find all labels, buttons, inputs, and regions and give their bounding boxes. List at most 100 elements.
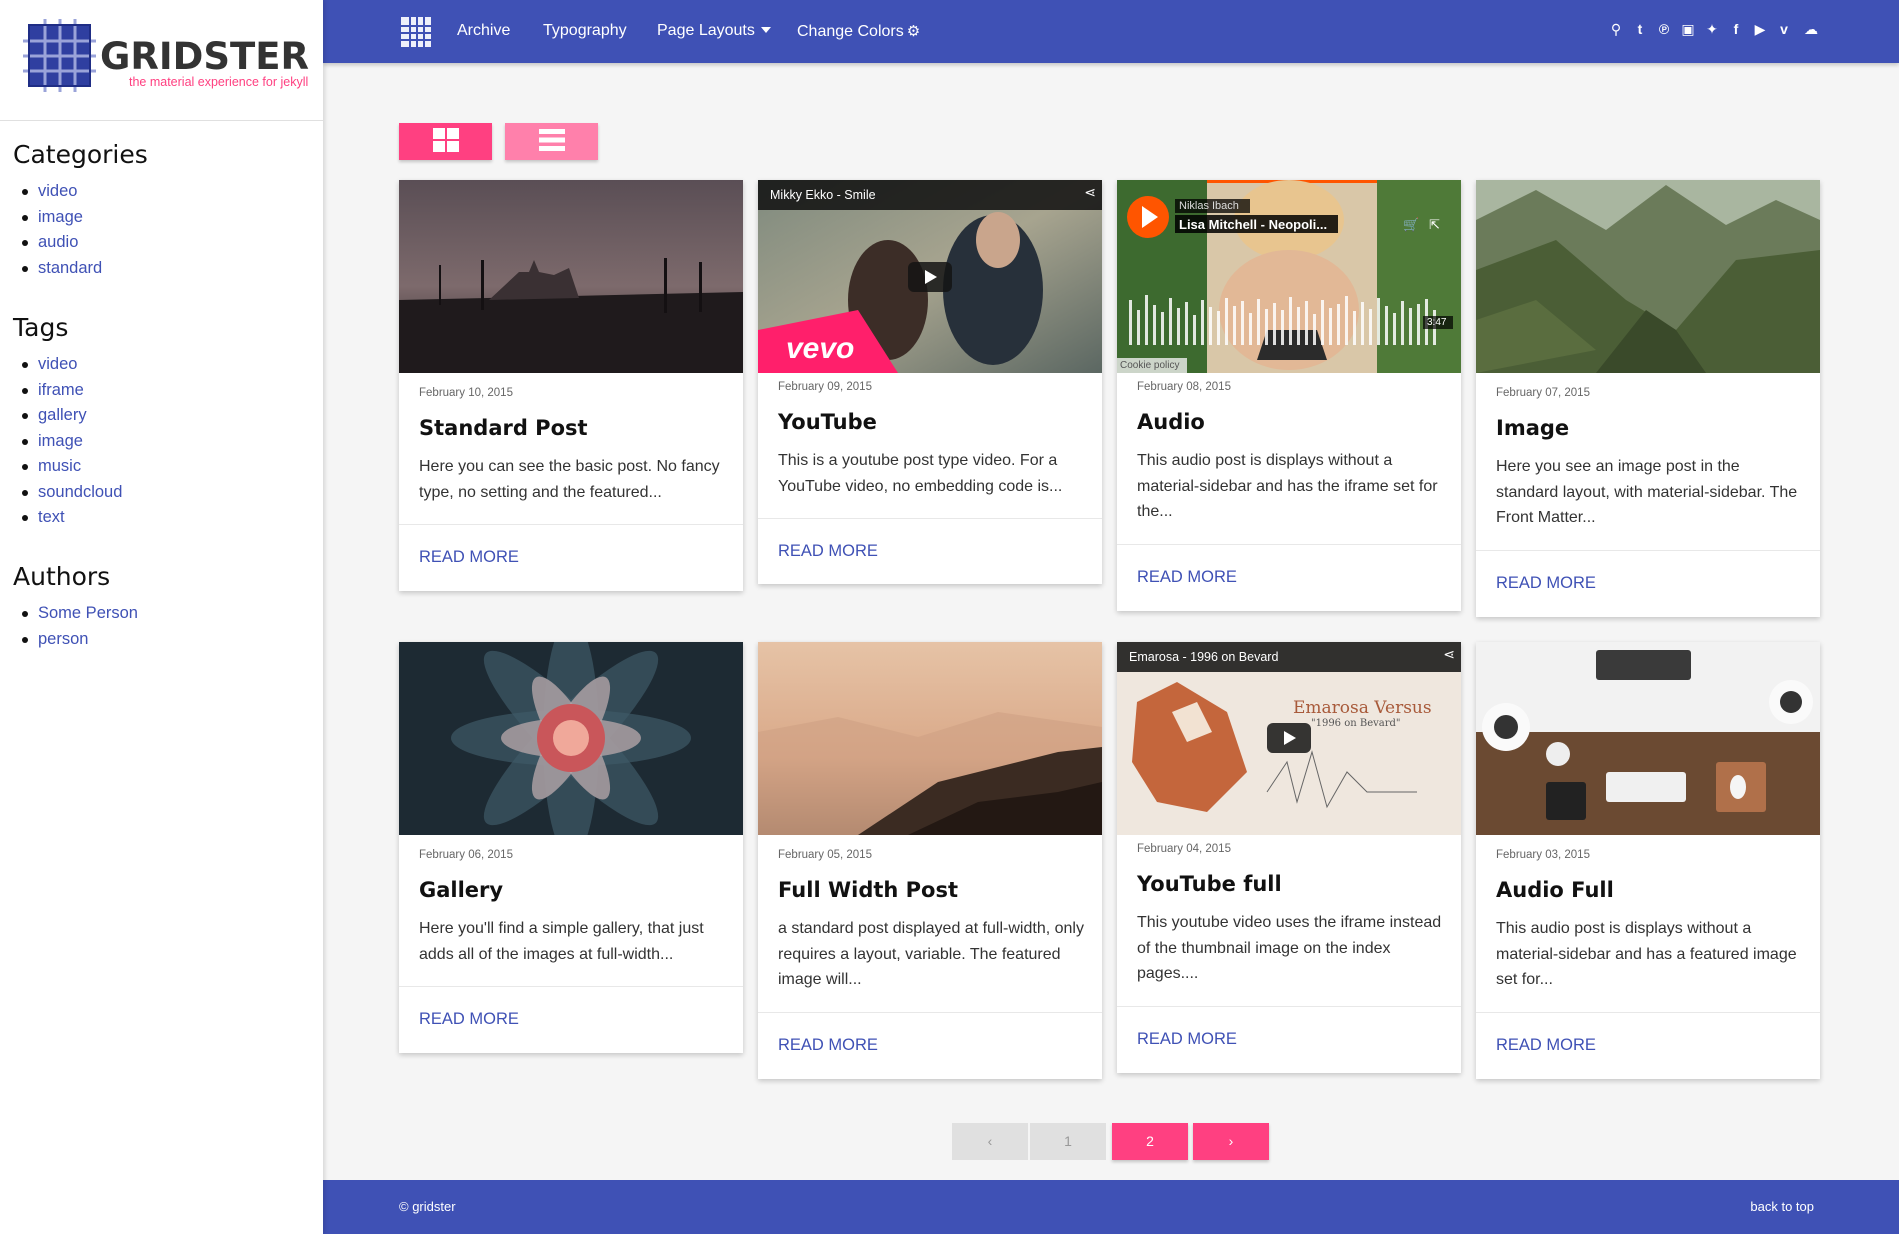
twitter-icon[interactable]: ✦ xyxy=(1703,20,1721,38)
nav-change-colors-label: Change Colors xyxy=(797,23,904,40)
post-excerpt: Here you see an image post in the standa… xyxy=(1496,458,1798,526)
category-link[interactable]: image xyxy=(22,205,148,231)
tag-link[interactable]: gallery xyxy=(22,403,122,429)
play-button[interactable] xyxy=(1267,723,1311,753)
post-excerpt: Here you'll find a simple gallery, that … xyxy=(419,920,704,963)
bridge-dusk-image xyxy=(399,180,743,373)
page-2-button[interactable]: 2 xyxy=(1112,1123,1188,1160)
top-navbar: Archive Typography Page Layouts Change C… xyxy=(323,0,1899,63)
desk-setup-image xyxy=(1476,642,1820,835)
post-title[interactable]: YouTube full xyxy=(1137,872,1282,896)
read-more-link[interactable]: READ MORE xyxy=(778,542,878,561)
tag-link[interactable]: text xyxy=(22,505,122,531)
video-embed[interactable]: vevo Mikky Ekko - Smile ⋖ xyxy=(758,180,1102,373)
pinterest-icon[interactable]: ℗ xyxy=(1655,20,1673,38)
page-1-button[interactable]: 1 xyxy=(1030,1123,1106,1160)
video-title[interactable]: Emarosa - 1996 on Bevard xyxy=(1129,650,1278,664)
tags-heading: Tags xyxy=(13,313,69,342)
grid-view-icon xyxy=(432,128,459,152)
tag-link[interactable]: soundcloud xyxy=(22,480,122,506)
social-icons: ⚲ t ℗ ▣ ✦ f ▶ v ☁ xyxy=(1607,20,1823,38)
nav-typography[interactable]: Typography xyxy=(543,22,627,40)
play-button[interactable] xyxy=(908,262,952,292)
vimeo-icon[interactable]: v xyxy=(1775,20,1793,38)
post-title[interactable]: Gallery xyxy=(419,878,503,902)
post-excerpt: a standard post displayed at full-width,… xyxy=(778,920,1084,988)
category-link[interactable]: standard xyxy=(22,256,148,282)
video-title[interactable]: Mikky Ekko - Smile xyxy=(770,188,876,202)
cart-icon[interactable]: 🛒 xyxy=(1403,217,1419,233)
share-icon[interactable]: ⋖ xyxy=(1443,646,1455,663)
search-icon[interactable]: ⚲ xyxy=(1607,20,1625,38)
post-excerpt: Here you can see the basic post. No fanc… xyxy=(419,458,720,501)
category-link[interactable]: video xyxy=(22,179,148,205)
post-title[interactable]: Image xyxy=(1496,416,1569,440)
tag-link[interactable]: iframe xyxy=(22,378,122,404)
post-date: February 06, 2015 xyxy=(419,849,513,861)
video-embed[interactable]: Emarosa - 1996 on Bevard ⋖ Emarosa Versu… xyxy=(1117,642,1461,835)
fractal-flower-image xyxy=(399,642,743,835)
youtube-icon[interactable]: ▶ xyxy=(1751,20,1769,38)
nav-archive[interactable]: Archive xyxy=(457,22,510,40)
post-thumbnail[interactable] xyxy=(1476,642,1820,835)
category-link[interactable]: audio xyxy=(22,230,148,256)
nav-change-colors[interactable]: Change Colors ⚙ xyxy=(797,22,920,41)
read-more-link[interactable]: READ MORE xyxy=(778,1036,878,1055)
video-title-bar: Emarosa - 1996 on Bevard ⋖ xyxy=(1117,642,1461,672)
authors-section: Authors Some Person person xyxy=(13,562,138,652)
grid-view-button[interactable] xyxy=(399,123,492,160)
tag-link[interactable]: video xyxy=(22,352,122,378)
sc-track[interactable]: Lisa Mitchell - Neopoli... xyxy=(1179,217,1327,232)
gear-icon: ⚙ xyxy=(906,23,921,40)
read-more-link[interactable]: READ MORE xyxy=(419,1010,519,1029)
tag-link[interactable]: image xyxy=(22,429,122,455)
grid-logo-icon[interactable] xyxy=(398,14,434,50)
list-view-icon xyxy=(538,129,565,151)
prev-page-button[interactable]: ‹ xyxy=(952,1123,1028,1160)
cookie-policy-link[interactable]: Cookie policy xyxy=(1120,360,1179,371)
vevo-logo: vevo xyxy=(786,332,854,365)
facebook-icon[interactable]: f xyxy=(1727,20,1745,38)
read-more-link[interactable]: READ MORE xyxy=(1137,568,1237,587)
post-thumbnail[interactable] xyxy=(399,180,743,373)
post-date: February 10, 2015 xyxy=(419,387,513,399)
site-logo[interactable]: GRIDSTER the material experience for jek… xyxy=(23,19,313,95)
author-link[interactable]: Some Person xyxy=(22,601,138,627)
read-more-link[interactable]: READ MORE xyxy=(1137,1030,1237,1049)
authors-heading: Authors xyxy=(13,562,111,591)
author-link[interactable]: person xyxy=(22,627,138,653)
read-more-link[interactable]: READ MORE xyxy=(1496,1036,1596,1055)
soundcloud-embed[interactable]: Niklas Ibach Lisa Mitchell - Neopoli... … xyxy=(1117,180,1461,373)
nav-page-layouts[interactable]: Page Layouts xyxy=(657,22,771,40)
soundcloud-icon[interactable]: ☁ xyxy=(1799,20,1823,38)
post-thumbnail[interactable] xyxy=(399,642,743,835)
caret-down-icon xyxy=(760,27,771,33)
post-title[interactable]: YouTube xyxy=(778,410,877,434)
instagram-icon[interactable]: ▣ xyxy=(1679,20,1697,38)
list-view-button[interactable] xyxy=(505,123,598,160)
card-divider xyxy=(758,1012,1102,1013)
authors-list: Some Person person xyxy=(22,601,138,652)
categories-section: Categories video image audio standard xyxy=(13,140,148,281)
post-date: February 03, 2015 xyxy=(1496,849,1590,861)
post-title[interactable]: Standard Post xyxy=(419,416,588,440)
post-title[interactable]: Full Width Post xyxy=(778,878,958,902)
sidebar-divider xyxy=(0,120,323,121)
post-title[interactable]: Audio xyxy=(1137,410,1205,434)
tag-link[interactable]: music xyxy=(22,454,122,480)
share-icon[interactable]: ⋖ xyxy=(1084,184,1096,201)
next-page-button[interactable]: › xyxy=(1193,1123,1269,1160)
post-card: February 05, 2015 Full Width Post a stan… xyxy=(758,642,1102,1079)
post-thumbnail[interactable] xyxy=(758,642,1102,835)
post-thumbnail[interactable] xyxy=(1476,180,1820,373)
read-more-link[interactable]: READ MORE xyxy=(419,548,519,567)
post-title[interactable]: Audio Full xyxy=(1496,878,1614,902)
share-icon[interactable]: ⇱ xyxy=(1429,217,1440,233)
nav-page-layouts-label: Page Layouts xyxy=(657,22,755,39)
sc-artist[interactable]: Niklas Ibach xyxy=(1179,200,1239,212)
read-more-link[interactable]: READ MORE xyxy=(1496,574,1596,593)
tumblr-icon[interactable]: t xyxy=(1631,20,1649,38)
card-divider xyxy=(1117,544,1461,545)
card-divider xyxy=(1476,550,1820,551)
back-to-top-link[interactable]: back to top xyxy=(1750,1199,1814,1214)
